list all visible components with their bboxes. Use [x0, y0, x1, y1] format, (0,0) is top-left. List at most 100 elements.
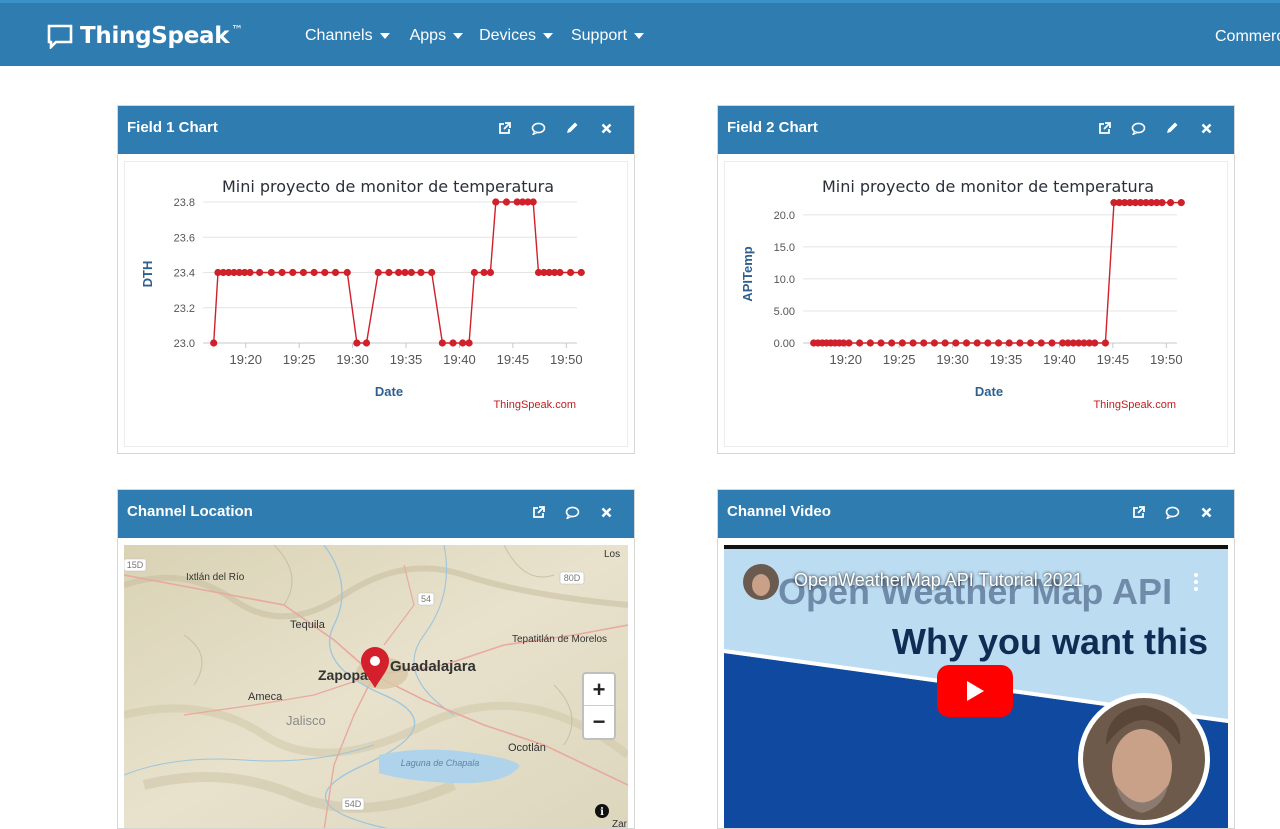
data-point: [492, 198, 500, 206]
y-tick-label: 23.2: [174, 303, 195, 315]
data-point: [856, 339, 864, 347]
chart-credit[interactable]: ThingSpeak.com: [1093, 399, 1176, 411]
data-point: [984, 339, 992, 347]
panel-title: Channel Video: [727, 503, 831, 520]
map-place-label: Zar: [612, 819, 628, 828]
data-point: [888, 339, 896, 347]
caret-down-icon: [379, 33, 390, 39]
data-point: [866, 339, 874, 347]
map-place-label: Tepatitlán de Morelos: [512, 634, 607, 645]
close-icon[interactable]: [1198, 504, 1214, 520]
chart-title: Mini proyecto de monitor de temperatura: [222, 177, 554, 196]
panel-header: Channel Video: [718, 490, 1234, 538]
pencil-icon[interactable]: [564, 120, 580, 136]
nav-support[interactable]: Support: [571, 27, 645, 45]
data-point: [246, 268, 254, 277]
zoom-out-button[interactable]: −: [584, 706, 614, 738]
external-link-icon[interactable]: [530, 504, 546, 520]
comment-icon[interactable]: [564, 504, 580, 520]
panel-header: Channel Location: [118, 490, 634, 538]
comment-icon[interactable]: [1164, 504, 1180, 520]
x-tick-label: 19:40: [443, 352, 476, 367]
map-road-label: 54D: [345, 799, 362, 809]
caret-down-icon: [453, 33, 464, 39]
panel-actions: [1078, 120, 1214, 136]
y-tick-label: 23.0: [174, 338, 195, 350]
nav-devices[interactable]: Devices: [479, 27, 553, 45]
chart-credit[interactable]: ThingSpeak.com: [493, 399, 576, 411]
data-point: [331, 268, 340, 277]
chart-container: Mini proyecto de monitor de temperatura …: [124, 161, 628, 447]
data-point: [1091, 339, 1099, 347]
data-point: [417, 268, 425, 277]
field1-line-chart: Mini proyecto de monitor de temperatura …: [140, 177, 585, 411]
channel-video-panel: Channel Video Open Weather Map API OpenW…: [717, 489, 1235, 829]
data-point: [278, 268, 286, 277]
pencil-icon[interactable]: [1164, 120, 1180, 136]
y-axis-label: APITemp: [740, 246, 755, 301]
data-point: [909, 339, 917, 347]
play-icon: [967, 681, 984, 701]
data-point: [289, 268, 297, 277]
comment-icon[interactable]: [1130, 120, 1146, 136]
x-tick-label: 19:50: [1150, 352, 1183, 367]
info-icon[interactable]: i: [595, 804, 609, 818]
data-point: [385, 268, 393, 277]
y-tick-label: 23.8: [174, 197, 195, 209]
channel-location-panel: Channel Location 15D 80D 54 54D Ixtlán d…: [117, 489, 635, 829]
data-point: [401, 268, 409, 277]
data-point: [952, 339, 960, 347]
video-title[interactable]: OpenWeatherMap API Tutorial 2021: [794, 570, 1083, 591]
data-point: [920, 339, 928, 347]
close-icon[interactable]: [598, 120, 614, 136]
close-icon[interactable]: [1198, 120, 1214, 136]
data-point: [1101, 339, 1110, 347]
map-place-label: Tequila: [290, 619, 326, 631]
x-tick-label: 19:20: [229, 352, 262, 367]
commercial-use-link[interactable]: Commercial Use: [1215, 28, 1280, 46]
nav-apps[interactable]: Apps: [410, 27, 464, 45]
y-tick-label: 0.00: [774, 338, 795, 350]
data-point: [321, 268, 329, 277]
series-line: [813, 201, 1182, 344]
data-point: [1037, 339, 1045, 347]
data-point: [1027, 339, 1035, 347]
location-map[interactable]: 15D 80D 54 54D Ixtlán del Río Tequila Te…: [124, 545, 628, 828]
panel-title: Field 2 Chart: [727, 119, 818, 136]
map-road-label: 80D: [564, 573, 581, 583]
external-link-icon[interactable]: [1130, 504, 1146, 520]
data-point: [465, 339, 473, 347]
brand-trademark: ™: [231, 23, 244, 37]
panel-actions: [478, 120, 614, 136]
data-point: [1166, 199, 1175, 207]
nav-channels[interactable]: Channels: [305, 27, 390, 45]
y-tick-label: 23.6: [174, 232, 195, 244]
zoom-in-button[interactable]: +: [584, 674, 614, 706]
data-point: [845, 339, 853, 347]
x-tick-label: 19:25: [883, 352, 916, 367]
external-link-icon[interactable]: [1096, 120, 1112, 136]
x-tick-label: 19:30: [936, 352, 969, 367]
x-axis-label: Date: [375, 384, 403, 399]
y-tick-label: 10.0: [774, 274, 795, 286]
video-menu-icon[interactable]: [1194, 573, 1198, 591]
data-point: [577, 268, 585, 277]
speech-bubble-icon: [47, 24, 73, 49]
data-point: [353, 339, 361, 347]
x-tick-label: 19:30: [336, 352, 369, 367]
y-tick-label: 20.0: [774, 210, 795, 222]
close-icon[interactable]: [598, 504, 614, 520]
main-nav: Channels Apps Devices Support: [305, 27, 664, 45]
external-link-icon[interactable]: [496, 120, 512, 136]
video-embed[interactable]: Open Weather Map API OpenWeatherMap API …: [724, 545, 1228, 828]
map-place-label: Los: [604, 549, 620, 560]
data-point: [470, 268, 479, 277]
panel-header: Field 2 Chart: [718, 106, 1234, 154]
comment-icon[interactable]: [530, 120, 546, 136]
data-point: [1005, 339, 1013, 347]
brand-logo[interactable]: ThingSpeak ™: [46, 23, 243, 49]
data-point: [962, 339, 971, 347]
data-point: [256, 268, 264, 277]
youtube-play-button[interactable]: [937, 665, 1013, 717]
data-point: [480, 268, 488, 277]
